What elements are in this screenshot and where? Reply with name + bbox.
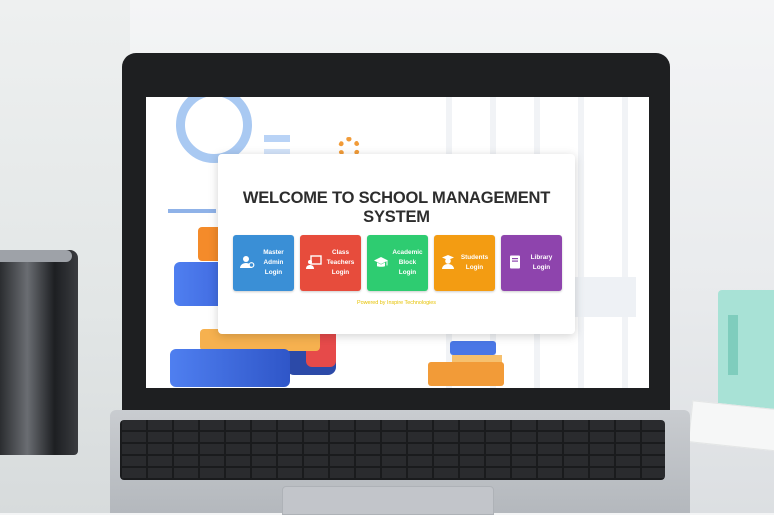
teacher-board-icon: [306, 255, 322, 269]
library-login-button[interactable]: Library Login: [501, 235, 562, 291]
graduation-cap-icon: [374, 257, 388, 267]
page-title: WELCOME TO SCHOOL MANAGEMENT SYSTEM: [242, 189, 551, 226]
paper-sheet: [688, 400, 774, 452]
students-login-button[interactable]: Students Login: [434, 235, 495, 291]
laptop-keyboard: [120, 420, 665, 480]
students-login-label: Students Login: [460, 254, 489, 271]
coffee-mug-rim: [0, 250, 72, 262]
powered-by-text: Powered by Inspire Technologies: [356, 300, 436, 306]
class-teachers-login-button[interactable]: Class Teachers Login: [300, 235, 361, 291]
master-admin-login-button[interactable]: Master Admin Login: [233, 235, 294, 291]
academic-block-login-button[interactable]: Academic Block Login: [367, 235, 428, 291]
mint-box-face: [728, 315, 738, 375]
mint-box: [718, 290, 774, 410]
class-teachers-login-label: Class Teachers Login: [326, 249, 355, 276]
login-tiles: Master Admin Login Class Teachers Login …: [233, 235, 563, 291]
admin-user-icon: [240, 256, 255, 268]
decor-building: [566, 277, 636, 317]
coffee-mug: [0, 250, 78, 455]
decor-books: [428, 362, 504, 386]
master-admin-login-label: Master Admin Login: [263, 249, 284, 276]
student-icon: [442, 255, 454, 269]
book-icon: [510, 255, 520, 269]
academic-block-login-label: Academic Block Login: [392, 249, 423, 276]
decor-shelf: [168, 209, 216, 213]
decor-bar: [264, 135, 290, 142]
laptop-touchpad: [282, 486, 494, 515]
decor-books: [170, 349, 290, 387]
decor-books: [450, 341, 496, 355]
library-login-label: Library Login: [530, 254, 553, 271]
login-card: WELCOME TO SCHOOL MANAGEMENT SYSTEM Mast…: [218, 154, 575, 334]
